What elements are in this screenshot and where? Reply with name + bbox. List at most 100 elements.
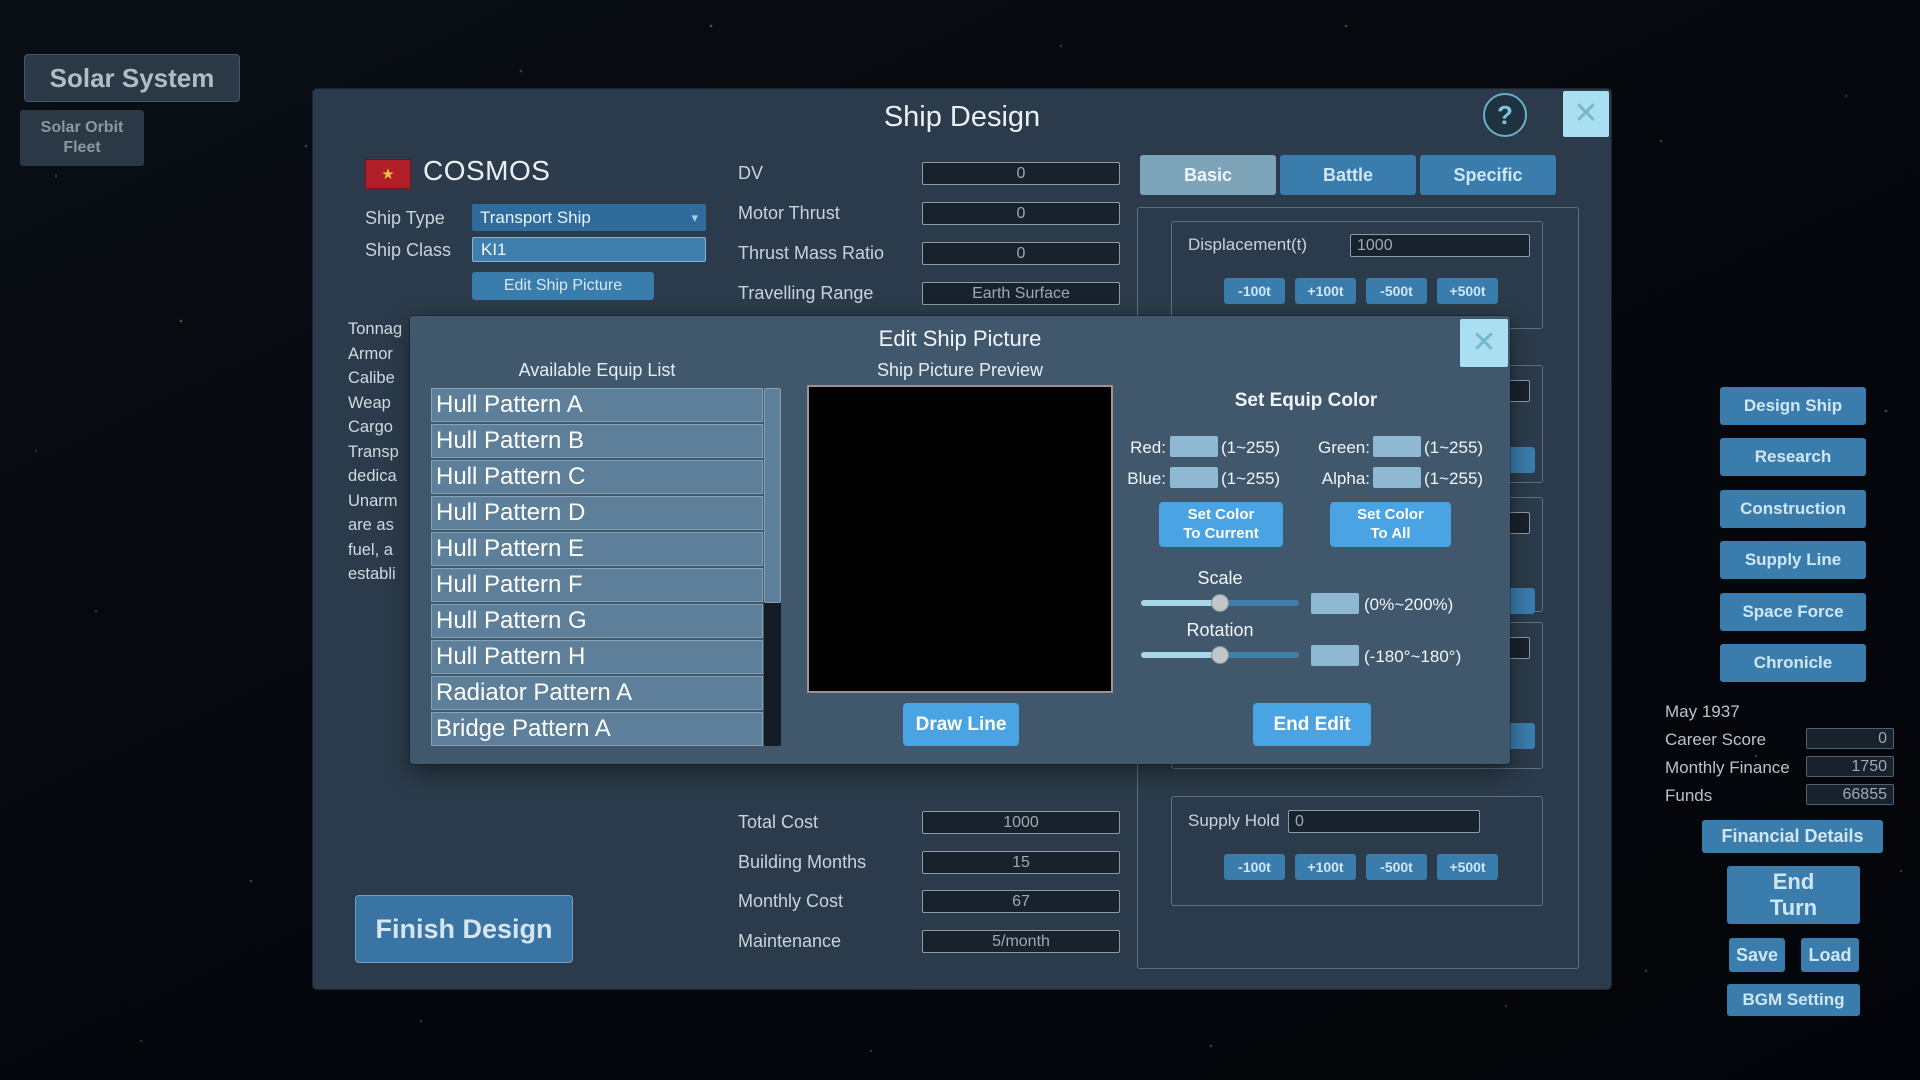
set-color-to-current-button[interactable]: Set Color To Current — [1159, 502, 1283, 547]
equip-list-item[interactable]: Hull Pattern A — [431, 388, 763, 422]
draw-line-button[interactable]: Draw Line — [903, 703, 1019, 746]
menu-research-button[interactable]: Research — [1720, 438, 1866, 476]
help-button[interactable]: ? — [1483, 93, 1527, 137]
ship-type-value: Transport Ship — [480, 208, 591, 228]
rotation-range: (-180°~180°) — [1364, 647, 1461, 667]
equip-list-header: Available Equip List — [431, 360, 763, 381]
alpha-channel-range: (1~255) — [1424, 469, 1483, 489]
edit-ship-picture-modal: Edit Ship Picture ✕ Available Equip List… — [410, 316, 1510, 764]
equip-list-item[interactable]: Hull Pattern G — [431, 604, 763, 638]
displacement-plus-100t-button[interactable]: +100t — [1295, 278, 1356, 304]
game-date: May 1937 — [1665, 702, 1740, 722]
monthly-finance-label: Monthly Finance — [1665, 758, 1790, 778]
rotation-label: Rotation — [1141, 620, 1299, 641]
financial-details-button[interactable]: Financial Details — [1702, 820, 1883, 853]
equip-list-item[interactable]: Hull Pattern F — [431, 568, 763, 602]
chevron-down-icon: ▾ — [691, 210, 698, 226]
total-cost-value: 1000 — [922, 811, 1120, 834]
supply-hold-label: Supply Hold — [1188, 811, 1280, 831]
rotation-slider-handle[interactable] — [1211, 646, 1229, 664]
menu-supply-line-button[interactable]: Supply Line — [1720, 541, 1866, 579]
end-turn-button[interactable]: End Turn — [1727, 866, 1860, 924]
displacement-panel: Displacement(t) 1000 -100t +100t -500t +… — [1171, 221, 1543, 329]
scale-label: Scale — [1141, 568, 1299, 589]
close-icon: ✕ — [1573, 99, 1598, 129]
supply-hold-value[interactable]: 0 — [1288, 810, 1480, 833]
supply-minus-100t-button[interactable]: -100t — [1224, 854, 1285, 880]
load-button[interactable]: Load — [1801, 938, 1859, 972]
equip-list: Hull Pattern A Hull Pattern B Hull Patte… — [431, 388, 763, 746]
equip-list-scrollbar[interactable] — [764, 388, 781, 746]
ship-class-input[interactable]: KI1 — [472, 237, 706, 262]
displacement-label: Displacement(t) — [1188, 235, 1307, 255]
equip-list-item[interactable]: Hull Pattern D — [431, 496, 763, 530]
nation-flag-icon: ★ — [365, 159, 411, 189]
equip-list-item[interactable]: Hull Pattern E — [431, 532, 763, 566]
blue-channel-input[interactable] — [1170, 467, 1218, 488]
finish-design-button[interactable]: Finish Design — [355, 895, 573, 963]
close-icon: ✕ — [1471, 328, 1496, 358]
supply-plus-100t-button[interactable]: +100t — [1295, 854, 1356, 880]
edit-ship-picture-button[interactable]: Edit Ship Picture — [472, 272, 654, 300]
red-channel-label: Red: — [1050, 438, 1166, 458]
career-score-value: 0 — [1806, 728, 1894, 749]
ship-description-text: Tonnag Armor Calibe Weap Cargo Transp de… — [348, 317, 412, 587]
end-edit-button[interactable]: End Edit — [1253, 703, 1371, 746]
funds-value: 66855 — [1806, 784, 1894, 805]
stat-motor-thrust-label: Motor Thrust — [738, 203, 840, 224]
save-button[interactable]: Save — [1729, 938, 1785, 972]
displacement-buttons: -100t +100t -500t +500t — [1224, 278, 1498, 304]
equip-list-item[interactable]: Radiator Pattern A — [431, 676, 763, 710]
preview-header: Ship Picture Preview — [807, 360, 1113, 381]
displacement-minus-500t-button[interactable]: -500t — [1366, 278, 1427, 304]
bgm-setting-button[interactable]: BGM Setting — [1727, 984, 1860, 1016]
supply-minus-500t-button[interactable]: -500t — [1366, 854, 1427, 880]
nation-name: COSMOS — [423, 155, 550, 187]
menu-construction-button[interactable]: Construction — [1720, 490, 1866, 528]
menu-space-force-button[interactable]: Space Force — [1720, 593, 1866, 631]
equip-color-header: Set Equip Color — [1110, 390, 1502, 412]
supply-hold-panel: Supply Hold 0 -100t +100t -500t +500t — [1171, 796, 1543, 906]
green-channel-range: (1~255) — [1424, 438, 1483, 458]
displacement-minus-100t-button[interactable]: -100t — [1224, 278, 1285, 304]
tab-battle[interactable]: Battle — [1280, 155, 1416, 195]
red-channel-input[interactable] — [1170, 436, 1218, 457]
solar-system-button[interactable]: Solar System — [24, 54, 240, 102]
ship-type-dropdown[interactable]: Transport Ship ▾ — [472, 204, 706, 231]
stat-travelling-range-value: Earth Surface — [922, 282, 1120, 305]
green-channel-input[interactable] — [1373, 436, 1421, 457]
game-screen: Solar System Solar Orbit Fleet Ship Desi… — [0, 0, 1920, 1080]
tab-basic[interactable]: Basic — [1140, 155, 1276, 195]
dialog-close-button[interactable]: ✕ — [1563, 91, 1609, 137]
equip-list-item[interactable]: Hull Pattern C — [431, 460, 763, 494]
stat-motor-thrust-value: 0 — [922, 202, 1120, 225]
tab-specific[interactable]: Specific — [1420, 155, 1556, 195]
displacement-value[interactable]: 1000 — [1350, 234, 1530, 257]
funds-label: Funds — [1665, 786, 1712, 806]
menu-chronicle-button[interactable]: Chronicle — [1720, 644, 1866, 682]
displacement-plus-500t-button[interactable]: +500t — [1437, 278, 1498, 304]
scrollbar-thumb[interactable] — [764, 388, 781, 603]
scale-slider-handle[interactable] — [1211, 594, 1229, 612]
flag-emblem-icon: ★ — [381, 167, 394, 182]
rotation-input[interactable] — [1311, 645, 1359, 666]
equip-list-item[interactable]: Hull Pattern H — [431, 640, 763, 674]
tab-bar: Basic Battle Specific — [1140, 155, 1556, 195]
scale-input[interactable] — [1311, 593, 1359, 614]
ship-class-label: Ship Class — [365, 240, 451, 261]
alpha-channel-input[interactable] — [1373, 467, 1421, 488]
supply-plus-500t-button[interactable]: +500t — [1437, 854, 1498, 880]
blue-channel-label: Blue: — [1050, 469, 1166, 489]
green-channel-label: Green: — [1272, 438, 1370, 458]
ship-design-title: Ship Design — [313, 101, 1611, 134]
equip-list-item[interactable]: Bridge Pattern A — [431, 712, 763, 746]
solar-orbit-fleet-button[interactable]: Solar Orbit Fleet — [20, 110, 144, 166]
rotation-slider[interactable] — [1141, 652, 1299, 658]
scale-slider[interactable] — [1141, 600, 1299, 606]
ship-type-label: Ship Type — [365, 208, 445, 229]
modal-close-button[interactable]: ✕ — [1460, 319, 1508, 367]
set-color-to-all-button[interactable]: Set Color To All — [1330, 502, 1451, 547]
ship-picture-preview-canvas[interactable] — [807, 385, 1113, 693]
menu-design-ship-button[interactable]: Design Ship — [1720, 387, 1866, 425]
equip-list-item[interactable]: Hull Pattern B — [431, 424, 763, 458]
